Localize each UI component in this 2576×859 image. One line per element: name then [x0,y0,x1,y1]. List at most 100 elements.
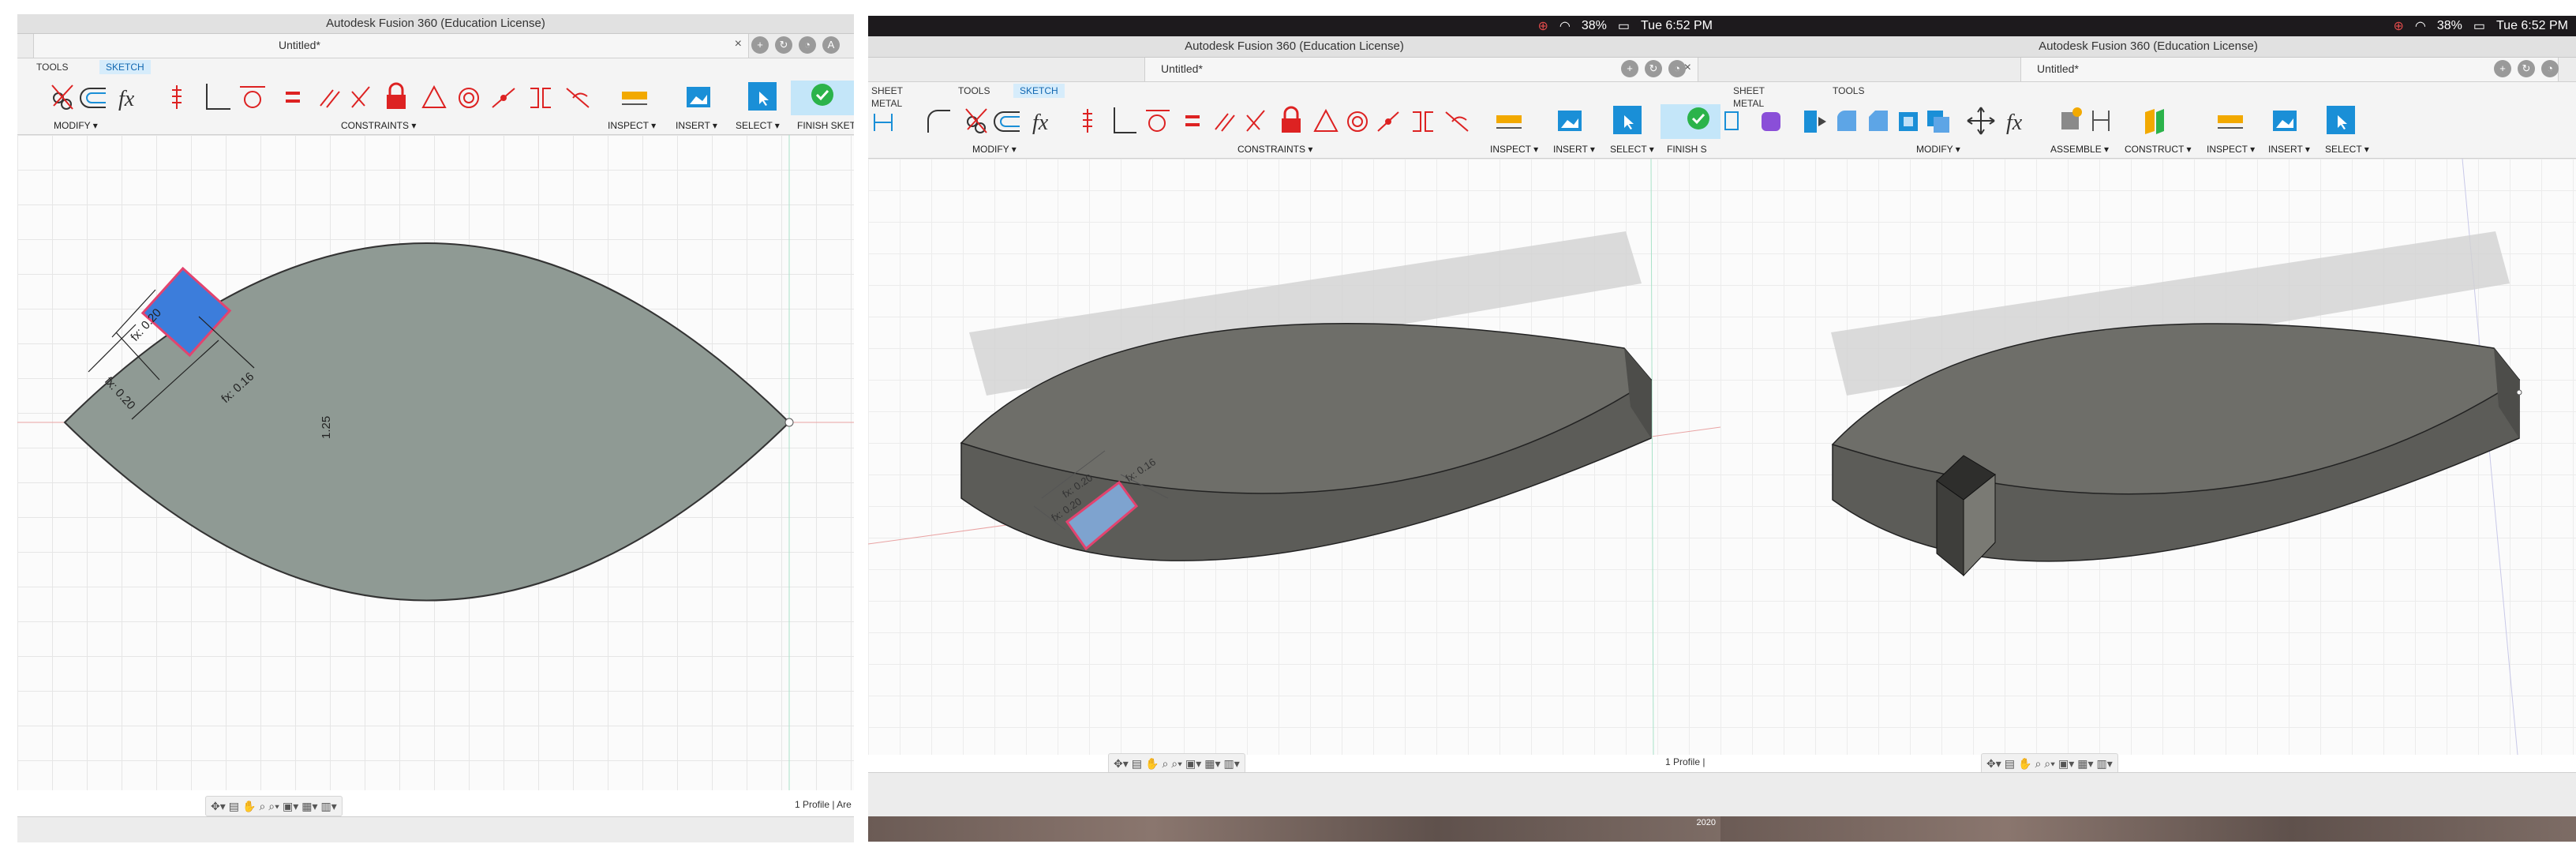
sketch-point [784,418,794,427]
tab-sketch[interactable]: SKETCH [1013,84,1065,98]
model-canvas[interactable] [1720,159,2576,755]
look-at-icon[interactable]: ▤ [229,800,239,813]
viewports-icon[interactable]: ▥▾ [321,800,337,813]
canvas-viewport[interactable]: fx: 0.20 fx: 0.20 fx: 0.16 1.25 [17,135,854,790]
notifications-icon[interactable]: ◔ [799,36,816,54]
orbit-icon[interactable]: ✥▾ [1114,757,1129,771]
symmetry-icon [530,88,551,108]
bottom-status-bar [1720,772,2576,816]
job-status-icon[interactable]: ↻ [1645,60,1662,77]
measure-icon [2218,115,2243,129]
equal-icon [1185,115,1200,126]
chamfer-icon [1869,111,1888,131]
viewports-icon[interactable]: ▥▾ [1224,757,1240,771]
look-at-icon[interactable]: ▤ [2005,757,2015,771]
grid-settings-icon[interactable]: ▦▾ [301,800,317,813]
insert-menu[interactable]: INSERT ▾ [1553,144,1595,155]
canvas-viewport[interactable] [1720,159,2576,755]
look-at-icon[interactable]: ▤ [1132,757,1142,771]
inspect-menu[interactable]: INSPECT ▾ [2207,144,2255,155]
lock-icon [1282,106,1301,133]
job-status-icon[interactable]: ↻ [775,36,792,54]
modify-menu[interactable]: MODIFY ▾ [972,144,1017,155]
menu-clock[interactable]: Tue 6:52 PM [1641,19,1713,33]
battery-icon[interactable]: ▭ [2473,18,2485,34]
menu-clock[interactable]: Tue 6:52 PM [2496,19,2568,33]
modify-menu[interactable]: MODIFY ▾ [1916,144,1960,155]
pan-icon[interactable]: ✋ [1145,757,1159,771]
zoom-icon[interactable]: ⌕ [1162,757,1168,771]
fix-icon [172,85,182,109]
solid-toolbar: SHEET METAL TOOLS fx MODIFY ▾ ASSEMBLE ▾… [1720,82,2576,159]
construct-menu[interactable]: CONSTRUCT ▾ [2125,144,2191,155]
tab-tools[interactable]: TOOLS [1826,84,1870,98]
zoom-window-icon[interactable]: ⌕▾ [1171,757,1182,771]
document-tab[interactable]: Untitled* × [33,34,749,58]
concentric-icon [459,88,479,108]
finish-sketch-button[interactable]: FINISH SKETCH [797,120,854,131]
viewports-icon[interactable]: ▥▾ [2097,757,2113,771]
y-axis-line [1650,159,1654,755]
fx-icon: fx [2006,111,2023,135]
dimension-label-4[interactable]: 1.25 [320,416,333,439]
zoom-icon[interactable]: ⌕ [259,800,265,813]
screenshot-panel-cut-body: ⊕ ◠ 38% ▭ Tue 6:52 PM Autodesk Fusion 36… [1720,0,2576,859]
user-icon[interactable]: A [822,36,840,54]
window-title: Autodesk Fusion 360 (Education License) [868,36,1720,58]
constraints-menu[interactable]: CONSTRAINTS ▾ [341,120,416,131]
tangent-icon [1146,110,1170,132]
display-settings-icon[interactable]: ▣▾ [1185,757,1201,771]
document-tab[interactable]: Untitled* × [1144,58,1698,81]
insert-menu[interactable]: INSERT ▾ [676,120,717,131]
orbit-icon[interactable]: ✥▾ [1986,757,2001,771]
tab-sheet-metal[interactable]: SHEET METAL [1727,84,1771,109]
zoom-window-icon[interactable]: ⌕▾ [2044,757,2055,771]
modify-menu[interactable]: MODIFY ▾ [54,120,98,131]
select-menu[interactable]: SELECT ▾ [2325,144,2369,155]
display-settings-icon[interactable]: ▣▾ [2058,757,2074,771]
constraints-menu[interactable]: CONSTRAINTS ▾ [1237,144,1312,155]
display-settings-icon[interactable]: ▣▾ [283,800,298,813]
zoom-icon[interactable]: ⌕ [2035,757,2041,771]
job-status-icon[interactable]: ↻ [2518,60,2535,77]
dimension-icon [874,114,893,131]
select-menu[interactable]: SELECT ▾ [736,120,780,131]
insert-menu[interactable]: INSERT ▾ [2268,144,2310,155]
pan-icon[interactable]: ✋ [242,800,256,813]
zoom-window-icon[interactable]: ⌕▾ [268,800,279,813]
close-tab-icon[interactable]: × [735,37,742,51]
tab-tools[interactable]: TOOLS [30,60,74,74]
pan-icon[interactable]: ✋ [2018,757,2031,771]
battery-icon[interactable]: ▭ [1618,18,1630,34]
sketch-toolbar: TOOLS SKETCH fx MODIFY ▾ CONSTRAINTS ▾ I… [17,58,854,135]
tab-sketch[interactable]: SKETCH [99,60,151,74]
wifi-icon[interactable]: ◠ [1559,18,1571,34]
grid-settings-icon[interactable]: ▦▾ [2077,757,2093,771]
background-photo-strip [1720,816,2576,842]
battery-percent: 38% [2436,19,2462,32]
select-menu[interactable]: SELECT ▾ [1610,144,1654,155]
wifi-icon[interactable]: ◠ [2415,18,2426,34]
app-status-icon[interactable]: ⊕ [1537,18,1548,34]
notifications-icon[interactable]: ◔ [2541,60,2559,77]
grid-settings-icon[interactable]: ▦▾ [1204,757,1220,771]
model-canvas[interactable]: fx: 0.20 fx: 0.20 fx: 0.16 [868,159,1720,755]
tab-tools[interactable]: TOOLS [952,84,996,98]
inspect-menu[interactable]: INSPECT ▾ [608,120,656,131]
sketch-canvas[interactable]: fx: 0.20 fx: 0.20 fx: 0.16 1.25 [17,135,854,790]
coincident-icon [206,84,230,110]
notifications-icon[interactable]: ◔ [1668,60,1686,77]
document-tab[interactable]: Untitled* × [2020,58,2559,81]
canvas-viewport[interactable]: fx: 0.20 fx: 0.20 fx: 0.16 [868,159,1720,755]
curvature-icon [1445,111,1469,132]
document-name: Untitled* [279,39,320,51]
assemble-menu[interactable]: ASSEMBLE ▾ [2050,144,2109,155]
inspect-menu[interactable]: INSPECT ▾ [1490,144,1538,155]
tab-sheet-metal[interactable]: SHEET METAL [868,84,909,109]
orbit-icon[interactable]: ✥▾ [211,800,226,813]
new-tab-icon[interactable]: + [2494,60,2511,77]
finish-sketch-button[interactable]: FINISH S [1667,144,1707,155]
app-status-icon[interactable]: ⊕ [2393,18,2403,34]
new-tab-icon[interactable]: + [1621,60,1638,77]
new-tab-icon[interactable]: + [751,36,769,54]
